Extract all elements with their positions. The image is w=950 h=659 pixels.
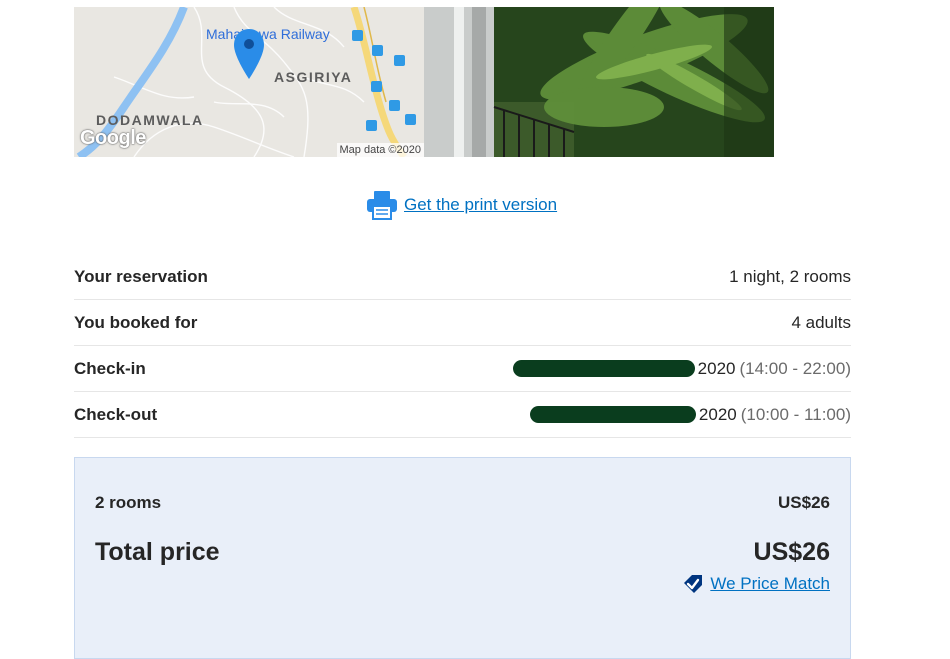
check-in-row: Check-in 2020 (14:00 - 22:00) — [74, 346, 851, 392]
booked-for-label: You booked for — [74, 312, 198, 332]
total-price-value: US$26 — [753, 538, 830, 566]
reservation-row: Your reservation 1 night, 2 rooms — [74, 254, 851, 300]
map-railway-label: Mahaiyawa Railway — [206, 26, 330, 42]
price-match-tag-icon — [684, 575, 703, 593]
check-in-year: 2020 — [697, 358, 736, 378]
map-pin-icon — [234, 29, 264, 79]
map-area-label-dodamwala: DODAMWALA — [96, 112, 204, 128]
map-area-label-asgiriya: ASGIRIYA — [274, 69, 353, 85]
check-in-time: (14:00 - 22:00) — [739, 358, 851, 378]
hotel-photo[interactable] — [424, 7, 774, 157]
check-out-row: Check-out 2020 (10:00 - 11:00) — [74, 392, 851, 438]
check-out-year: 2020 — [698, 404, 737, 424]
printer-icon[interactable] — [366, 190, 398, 220]
reservation-details: Your reservation 1 night, 2 rooms You bo… — [74, 254, 851, 438]
redacted-check-out-date — [529, 406, 696, 423]
check-out-value: 2020 (10:00 - 11:00) — [529, 404, 851, 425]
check-in-label: Check-in — [74, 358, 146, 378]
check-out-time: (10:00 - 11:00) — [740, 404, 851, 424]
price-summary: 2 rooms US$26 Total price US$26 We Price… — [74, 457, 851, 659]
hotel-photo-image — [424, 7, 774, 157]
google-logo: Google — [80, 127, 146, 149]
check-out-label: Check-out — [74, 404, 158, 424]
booked-for-value: 4 adults — [791, 312, 851, 332]
location-map[interactable]: Mahaiyawa Railway ASGIRIYA DODAMWALA Goo… — [74, 7, 424, 157]
total-price-label: Total price — [95, 538, 220, 566]
check-in-value: 2020 (14:00 - 22:00) — [512, 358, 851, 379]
map-attribution: Map data ©2020 — [336, 143, 424, 157]
print-version-link[interactable]: Get the print version — [404, 195, 557, 215]
price-match-group[interactable]: We Price Match — [682, 574, 830, 594]
print-version-link-group[interactable]: Get the print version — [366, 190, 557, 220]
reservation-value: 1 night, 2 rooms — [729, 266, 851, 286]
price-match-link[interactable]: We Price Match — [710, 574, 830, 594]
rooms-label: 2 rooms — [95, 493, 162, 512]
booked-for-row: You booked for 4 adults — [74, 300, 851, 346]
redacted-check-in-date — [512, 360, 695, 377]
rooms-price: US$26 — [778, 493, 830, 512]
reservation-label: Your reservation — [74, 266, 208, 286]
